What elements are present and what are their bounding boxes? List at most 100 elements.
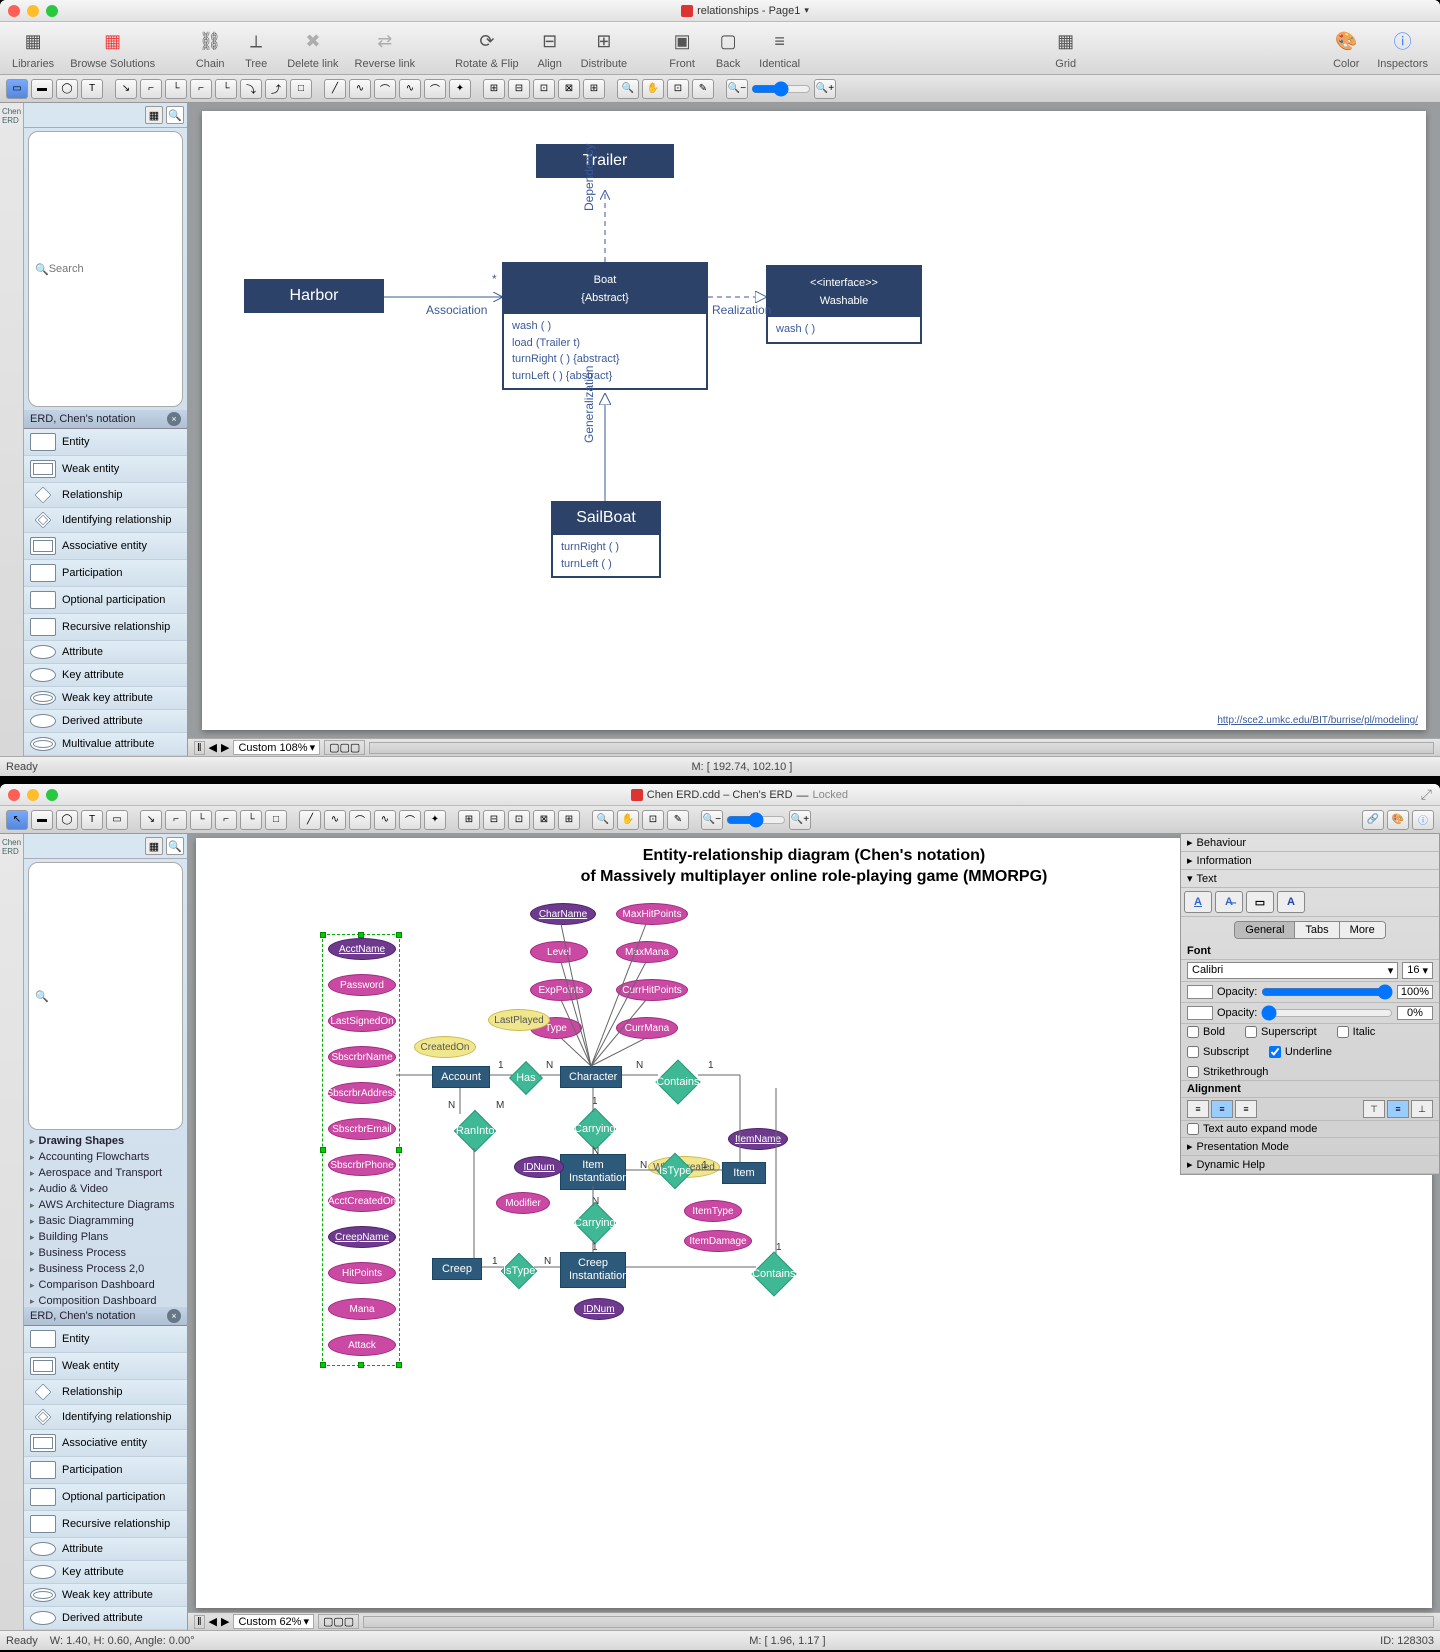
attr-attack[interactable]: Attack [328, 1334, 396, 1356]
tool-hand2[interactable]: ✋ [617, 810, 639, 830]
tab-tabs[interactable]: Tabs [1295, 922, 1339, 938]
rel-istype2[interactable]: IsType [501, 1253, 538, 1290]
rel-carrying2[interactable]: Carrying [574, 1202, 616, 1244]
tool-rect[interactable]: ▬ [31, 79, 53, 99]
attr-currhp[interactable]: CurrHitPoints [616, 979, 688, 1001]
inspector-panel[interactable]: ▸ Behaviour ▸ Information ▾ Text A A̶ ▭ … [1180, 834, 1440, 1175]
chk-strike[interactable]: Strikethrough [1187, 1066, 1433, 1078]
close-icon[interactable]: × [167, 1309, 181, 1323]
class-trailer[interactable]: Trailer [536, 144, 674, 178]
attr-hitpoints[interactable]: HitPoints [328, 1262, 396, 1284]
align-right[interactable]: ≡ [1235, 1100, 1257, 1118]
insp-behaviour[interactable]: ▸ Behaviour [1181, 834, 1439, 852]
tb-distribute[interactable]: ⊞Distribute [575, 24, 633, 72]
shape-item[interactable]: Entity [24, 429, 187, 456]
expand-icon[interactable]: ⤢ [1421, 786, 1432, 803]
shape-item[interactable]: Participation [24, 1457, 187, 1484]
tool-line4[interactable]: ∿ [399, 79, 421, 99]
attr-level[interactable]: Level [530, 941, 588, 963]
entity-item[interactable]: Item [722, 1162, 766, 1184]
shape-item[interactable]: Attribute [24, 1538, 187, 1561]
valign-bot[interactable]: ⊥ [1411, 1100, 1433, 1118]
shape-item[interactable]: Associative entity [24, 533, 187, 560]
tool-x4[interactable]: ⊠ [558, 79, 580, 99]
shape-item[interactable]: Associative entity [24, 1430, 187, 1457]
horizontal-scrollbar[interactable] [369, 742, 1434, 754]
tool-c1[interactable]: ↘ [140, 810, 162, 830]
shape-item[interactable]: Weak key attribute [24, 1584, 187, 1607]
attr-itemtype[interactable]: ItemType [684, 1200, 742, 1222]
rel-contains2[interactable]: Contains [751, 1251, 796, 1296]
tool-g5[interactable]: ⊞ [558, 810, 580, 830]
tree-item[interactable]: Accounting Flowcharts [24, 1149, 187, 1165]
shape-item[interactable]: Recursive relationship [24, 1511, 187, 1538]
category-tree[interactable]: Drawing ShapesAccounting FlowchartsAeros… [24, 1133, 187, 1307]
search-field[interactable]: 🔍 [28, 131, 183, 407]
nav-next[interactable]: ▶ [221, 741, 229, 754]
tb-front[interactable]: ▣Front [661, 24, 703, 72]
tool-l4[interactable]: ∿ [374, 810, 396, 830]
tool-c2[interactable]: ⌐ [165, 810, 187, 830]
zoom-out[interactable]: 🔍− [726, 79, 748, 99]
tool-l2[interactable]: ∿ [324, 810, 346, 830]
tool-conn4[interactable]: ⌐ [190, 79, 212, 99]
tool-x5[interactable]: ⊞ [583, 79, 605, 99]
attr-maxmana[interactable]: MaxMana [616, 941, 678, 963]
close-icon[interactable] [8, 5, 20, 17]
entity-character[interactable]: Character [560, 1066, 622, 1088]
search-field2[interactable]: 🔍 [28, 862, 183, 1130]
class-boat[interactable]: Boat{Abstract} wash ( ) load (Trailer t)… [502, 262, 708, 390]
fmt-highlight[interactable]: ▭ [1246, 891, 1274, 913]
attr-itemname[interactable]: ItemName [728, 1128, 788, 1150]
tb-identical[interactable]: ≡Identical [753, 24, 806, 72]
shape-item[interactable]: Attribute [24, 641, 187, 664]
tool-l5[interactable]: ⌒ [399, 810, 421, 830]
tab-general[interactable]: General [1235, 922, 1295, 938]
zoom-value2[interactable]: Custom 62% ▾ [233, 1614, 314, 1629]
tool-eye2[interactable]: ✎ [667, 810, 689, 830]
nav-btn[interactable]: ‖ [194, 1615, 205, 1629]
tool-conn5[interactable]: └ [215, 79, 237, 99]
shape-item[interactable]: Weak entity [24, 1353, 187, 1380]
opacity-value1[interactable]: 100% [1397, 985, 1433, 999]
tool-hand[interactable]: ✋ [642, 79, 664, 99]
shape-item[interactable]: Relationship [24, 483, 187, 508]
shape-item[interactable]: Multivalue attribute [24, 733, 187, 756]
class-washable[interactable]: <<interface>>Washable wash ( ) [766, 265, 922, 344]
entity-account[interactable]: Account [432, 1066, 490, 1088]
shape-item[interactable]: Identifying relationship [24, 508, 187, 533]
tool-line5[interactable]: ⌒ [424, 79, 446, 99]
tool-l1[interactable]: ╱ [299, 810, 321, 830]
attr-lastsignedon[interactable]: LastSignedOn [328, 1010, 396, 1032]
tool-conn6[interactable]: ⤵ [240, 79, 262, 99]
close-icon[interactable]: × [167, 412, 181, 426]
insp-presentation[interactable]: ▸ Presentation Mode [1181, 1138, 1439, 1156]
tb-reverse-link[interactable]: ⇄Reverse link [349, 24, 422, 72]
valign-mid[interactable]: ≡ [1387, 1100, 1409, 1118]
align-left[interactable]: ≡ [1187, 1100, 1209, 1118]
tool-crop[interactable]: ⊡ [667, 79, 689, 99]
tree-item[interactable]: Comparison Dashboard [24, 1277, 187, 1293]
attr-sbscrbremail[interactable]: SbscrbrEmail [328, 1118, 396, 1140]
shape-item[interactable]: Derived attribute [24, 1607, 187, 1630]
tool-text2[interactable]: ▭ [106, 810, 128, 830]
attr-createdon[interactable]: CreatedOn [414, 1036, 476, 1058]
shape-item[interactable]: Entity [24, 1326, 187, 1353]
tool-line3[interactable]: ⌒ [374, 79, 396, 99]
tool-line1[interactable]: ╱ [324, 79, 346, 99]
align-center[interactable]: ≡ [1211, 1100, 1233, 1118]
attr-mana[interactable]: Mana [328, 1298, 396, 1320]
tb-rotate[interactable]: ⟳Rotate & Flip [449, 24, 525, 72]
color-picker[interactable]: 🎨 [1387, 810, 1409, 830]
tb-grid[interactable]: ▦Grid [1045, 24, 1087, 72]
font-size[interactable]: 16▾ [1402, 962, 1433, 979]
shape-item[interactable]: Identifying relationship [24, 1405, 187, 1430]
tool-select[interactable]: ↖ [6, 810, 28, 830]
tool-line2[interactable]: ∿ [349, 79, 371, 99]
tool-l3[interactable]: ⌒ [349, 810, 371, 830]
font-select[interactable]: Calibri▾ [1187, 962, 1398, 979]
tb-color[interactable]: 🎨Color [1325, 24, 1367, 72]
tree-item[interactable]: Audio & Video [24, 1181, 187, 1197]
tool-text[interactable]: T [81, 810, 103, 830]
tree-item[interactable]: Basic Diagramming [24, 1213, 187, 1229]
